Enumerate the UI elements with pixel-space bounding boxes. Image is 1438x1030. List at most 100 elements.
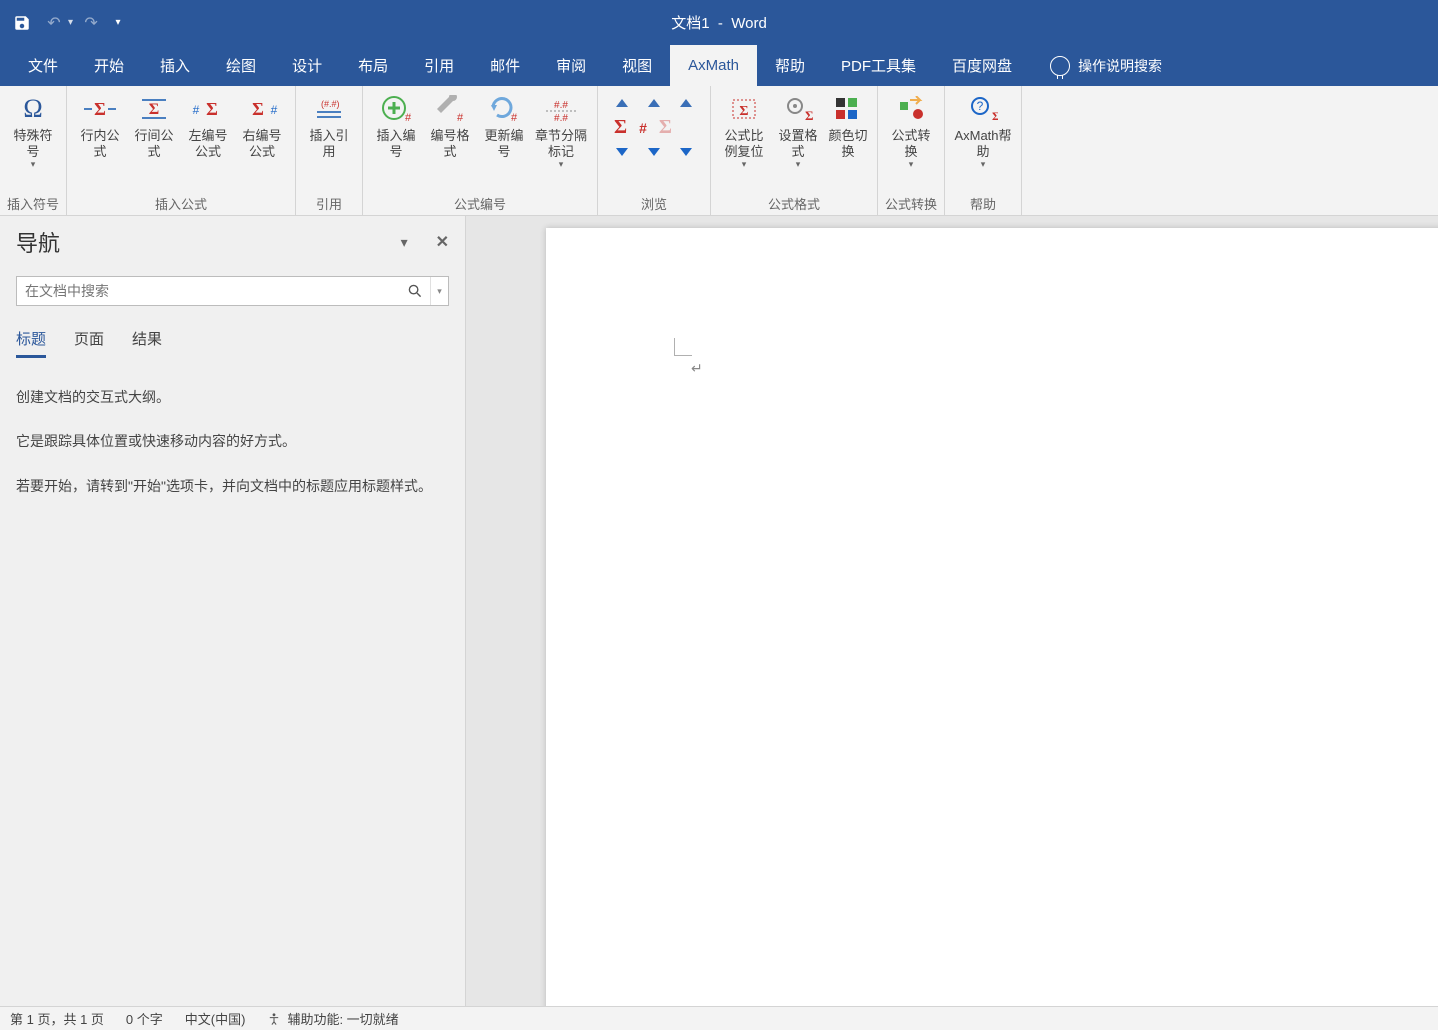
- accessibility-icon: [267, 1012, 281, 1026]
- left-number-formula-button[interactable]: #Σ 左编号公式: [181, 90, 235, 165]
- svg-text:Σ: Σ: [94, 99, 106, 119]
- number-format-button[interactable]: # 编号格式: [423, 90, 477, 165]
- svg-text:?: ?: [977, 99, 984, 113]
- chevron-down-icon: ▾: [796, 159, 801, 170]
- prev-up-1[interactable]: [614, 96, 630, 110]
- nav-tab-pages[interactable]: 页面: [74, 328, 104, 358]
- undo-dropdown[interactable]: ▾: [68, 17, 73, 28]
- nav-help-text-3: 若要开始，请转到"开始"选项卡，并向文档中的标题应用标题样式。: [16, 475, 449, 497]
- prev-up-3[interactable]: [678, 96, 694, 110]
- undo-button[interactable]: ↶: [40, 9, 68, 37]
- insert-number-button[interactable]: # 插入编号: [369, 90, 423, 165]
- section-break-icon: #.##.#: [541, 94, 581, 124]
- svg-text:Σ: Σ: [739, 104, 748, 119]
- special-symbol-button[interactable]: Ω 特殊符号 ▾: [6, 90, 60, 174]
- status-word-count[interactable]: 0 个字: [126, 1009, 163, 1028]
- tell-me-search[interactable]: 操作说明搜索: [1050, 45, 1162, 86]
- search-input[interactable]: [17, 277, 400, 305]
- qat-customize[interactable]: ▾: [109, 9, 127, 37]
- tab-mailings[interactable]: 邮件: [472, 45, 538, 86]
- tab-design[interactable]: 设计: [274, 45, 340, 86]
- chevron-down-icon: ▾: [742, 159, 747, 170]
- reference-icon: (#.#): [309, 94, 349, 124]
- document-area[interactable]: ↵: [466, 216, 1438, 1006]
- ratio-reset-button[interactable]: Σ 公式比例复位 ▾: [717, 90, 771, 174]
- formula-convert-button[interactable]: 公式转换 ▾: [884, 90, 938, 174]
- tab-insert[interactable]: 插入: [142, 45, 208, 86]
- tab-view[interactable]: 视图: [604, 45, 670, 86]
- group-formula-number: # 插入编号 # 编号格式 # 更新编号 #.##.# 章节分隔标记 ▾ 公式编…: [363, 86, 598, 215]
- bulb-icon: [1050, 56, 1070, 76]
- nav-tab-strip: 标题 页面 结果: [16, 328, 449, 358]
- status-language[interactable]: 中文(中国): [185, 1009, 246, 1028]
- search-button[interactable]: [400, 277, 430, 305]
- svg-text:#: #: [405, 112, 411, 123]
- ratio-reset-icon: Σ: [724, 94, 764, 124]
- chevron-down-icon: ▾: [981, 159, 986, 170]
- nav-help-text-2: 它是跟踪具体位置或快速移动内容的好方式。: [16, 430, 449, 452]
- svg-text:#: #: [511, 112, 518, 123]
- sigma-disabled-icon: Σ: [659, 116, 672, 139]
- navigation-pane: 导航 ▾ ✕ ▾ 标题 页面 结果 创建文档的交互式大纲。 它是跟踪具体位置或快…: [0, 216, 466, 1006]
- tab-help[interactable]: 帮助: [757, 45, 823, 86]
- ribbon-tab-strip: 文件 开始 插入 绘图 设计 布局 引用 邮件 审阅 视图 AxMath 帮助 …: [0, 45, 1438, 86]
- set-format-button[interactable]: Σ 设置格式 ▾: [771, 90, 825, 174]
- document-name: 文档1: [671, 15, 709, 32]
- tab-layout[interactable]: 布局: [340, 45, 406, 86]
- margin-indicator: [674, 338, 692, 356]
- group-browse: Σ # Σ 浏览: [598, 86, 711, 215]
- display-formula-button[interactable]: Σ 行间公式: [127, 90, 181, 165]
- help-icon: ?Σ: [963, 94, 1003, 124]
- nav-tab-results[interactable]: 结果: [132, 328, 162, 358]
- next-down-2[interactable]: [646, 145, 662, 159]
- nav-tab-headings[interactable]: 标题: [16, 328, 46, 358]
- status-accessibility[interactable]: 辅助功能: 一切就绪: [267, 1009, 398, 1028]
- group-formula-format: Σ 公式比例复位 ▾ Σ 设置格式 ▾ 颜色切换 公式格式: [711, 86, 878, 215]
- svg-text:#.#: #.#: [554, 113, 568, 122]
- color-switch-button[interactable]: 颜色切换: [825, 90, 871, 165]
- insert-reference-button[interactable]: (#.#) 插入引用: [302, 90, 356, 165]
- redo-button[interactable]: ↷: [77, 9, 105, 37]
- nav-close-button[interactable]: ✕: [436, 232, 449, 252]
- nav-search-box: ▾: [16, 276, 449, 306]
- next-down-3[interactable]: [678, 145, 694, 159]
- svg-text:#: #: [271, 103, 278, 117]
- prev-up-2[interactable]: [646, 96, 662, 110]
- status-page[interactable]: 第 1 页，共 1 页: [10, 1009, 104, 1028]
- chevron-down-icon: ▾: [31, 159, 36, 170]
- section-mark-button[interactable]: #.##.# 章节分隔标记 ▾: [531, 90, 591, 174]
- gear-sigma-icon: Σ: [778, 94, 818, 124]
- group-insert-symbol: Ω 特殊符号 ▾ 插入符号: [0, 86, 67, 215]
- tab-baidu-netdisk[interactable]: 百度网盘: [934, 45, 1030, 86]
- svg-text:Σ: Σ: [206, 99, 218, 119]
- tab-draw[interactable]: 绘图: [208, 45, 274, 86]
- convert-icon: [891, 94, 931, 124]
- inline-formula-button[interactable]: Σ 行内公式: [73, 90, 127, 165]
- update-number-button[interactable]: # 更新编号: [477, 90, 531, 165]
- tab-pdf-tools[interactable]: PDF工具集: [823, 45, 934, 86]
- sigma-display-icon: Σ: [134, 94, 174, 124]
- tab-axmath[interactable]: AxMath: [670, 45, 757, 86]
- page[interactable]: ↵: [546, 228, 1438, 1006]
- tab-file[interactable]: 文件: [10, 45, 76, 86]
- sigma-left-num-icon: #Σ: [188, 94, 228, 124]
- svg-text:#: #: [193, 103, 200, 117]
- title-bar: ↶ ▾ ↷ ▾ 文档1 - Word: [0, 0, 1438, 45]
- plus-hash-icon: #: [376, 94, 416, 124]
- right-number-formula-button[interactable]: Σ# 右编号公式: [235, 90, 289, 165]
- save-button[interactable]: [8, 9, 36, 37]
- next-down-1[interactable]: [614, 145, 630, 159]
- tab-home[interactable]: 开始: [76, 45, 142, 86]
- workspace: 导航 ▾ ✕ ▾ 标题 页面 结果 创建文档的交互式大纲。 它是跟踪具体位置或快…: [0, 216, 1438, 1006]
- svg-text:(#.#): (#.#): [321, 99, 340, 109]
- svg-text:Σ: Σ: [805, 108, 813, 122]
- tab-references[interactable]: 引用: [406, 45, 472, 86]
- sigma-right-num-icon: Σ#: [242, 94, 282, 124]
- search-options-dropdown[interactable]: ▾: [430, 277, 448, 305]
- axmath-help-button[interactable]: ?Σ AxMath帮助 ▾: [951, 90, 1015, 174]
- tell-me-label: 操作说明搜索: [1078, 56, 1162, 76]
- sigma-browse-icon: Σ: [614, 116, 627, 139]
- hash-browse-icon: #: [639, 120, 647, 136]
- nav-options-dropdown[interactable]: ▾: [401, 234, 408, 251]
- tab-review[interactable]: 审阅: [538, 45, 604, 86]
